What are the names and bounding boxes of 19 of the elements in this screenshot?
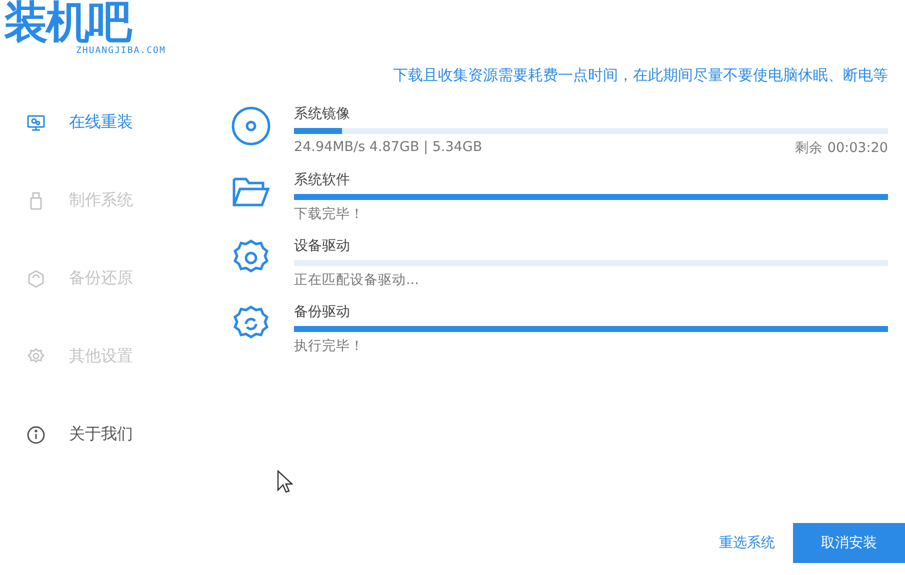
reselect-link[interactable]: 重选系统 — [719, 534, 775, 552]
cancel-button[interactable]: 取消安装 — [793, 523, 905, 563]
cursor-icon — [277, 470, 293, 494]
sidebar-item[interactable]: 关于我们 — [0, 422, 220, 447]
notice-text: 下载且收集资源需要耗费一点时间，在此期间尽量不要使电脑休眠、断电等 — [392, 66, 888, 85]
task-title: 系统镜像 — [294, 105, 351, 123]
logo-wordmark: 装机吧 — [4, 0, 130, 46]
sidebar-item[interactable]: 在线重装 — [0, 110, 220, 135]
task-title: 设备驱动 — [294, 237, 351, 255]
task-title: 备份驱动 — [294, 303, 351, 321]
task-status: 执行完毕！ — [294, 337, 364, 355]
disc-icon — [230, 105, 272, 147]
task-status: 正在匹配设备驱动... — [294, 271, 419, 289]
info-icon — [25, 424, 47, 446]
task-status: 24.94MB/s 4.87GB | 5.34GB — [294, 139, 482, 157]
time-remaining: 剩余 00:03:20 — [795, 139, 888, 157]
task-status: 下载完毕！ — [294, 205, 364, 223]
logo-subtitle: ZHUANGJIBA.COM — [76, 46, 167, 56]
task-title: 系统软件 — [294, 171, 351, 189]
